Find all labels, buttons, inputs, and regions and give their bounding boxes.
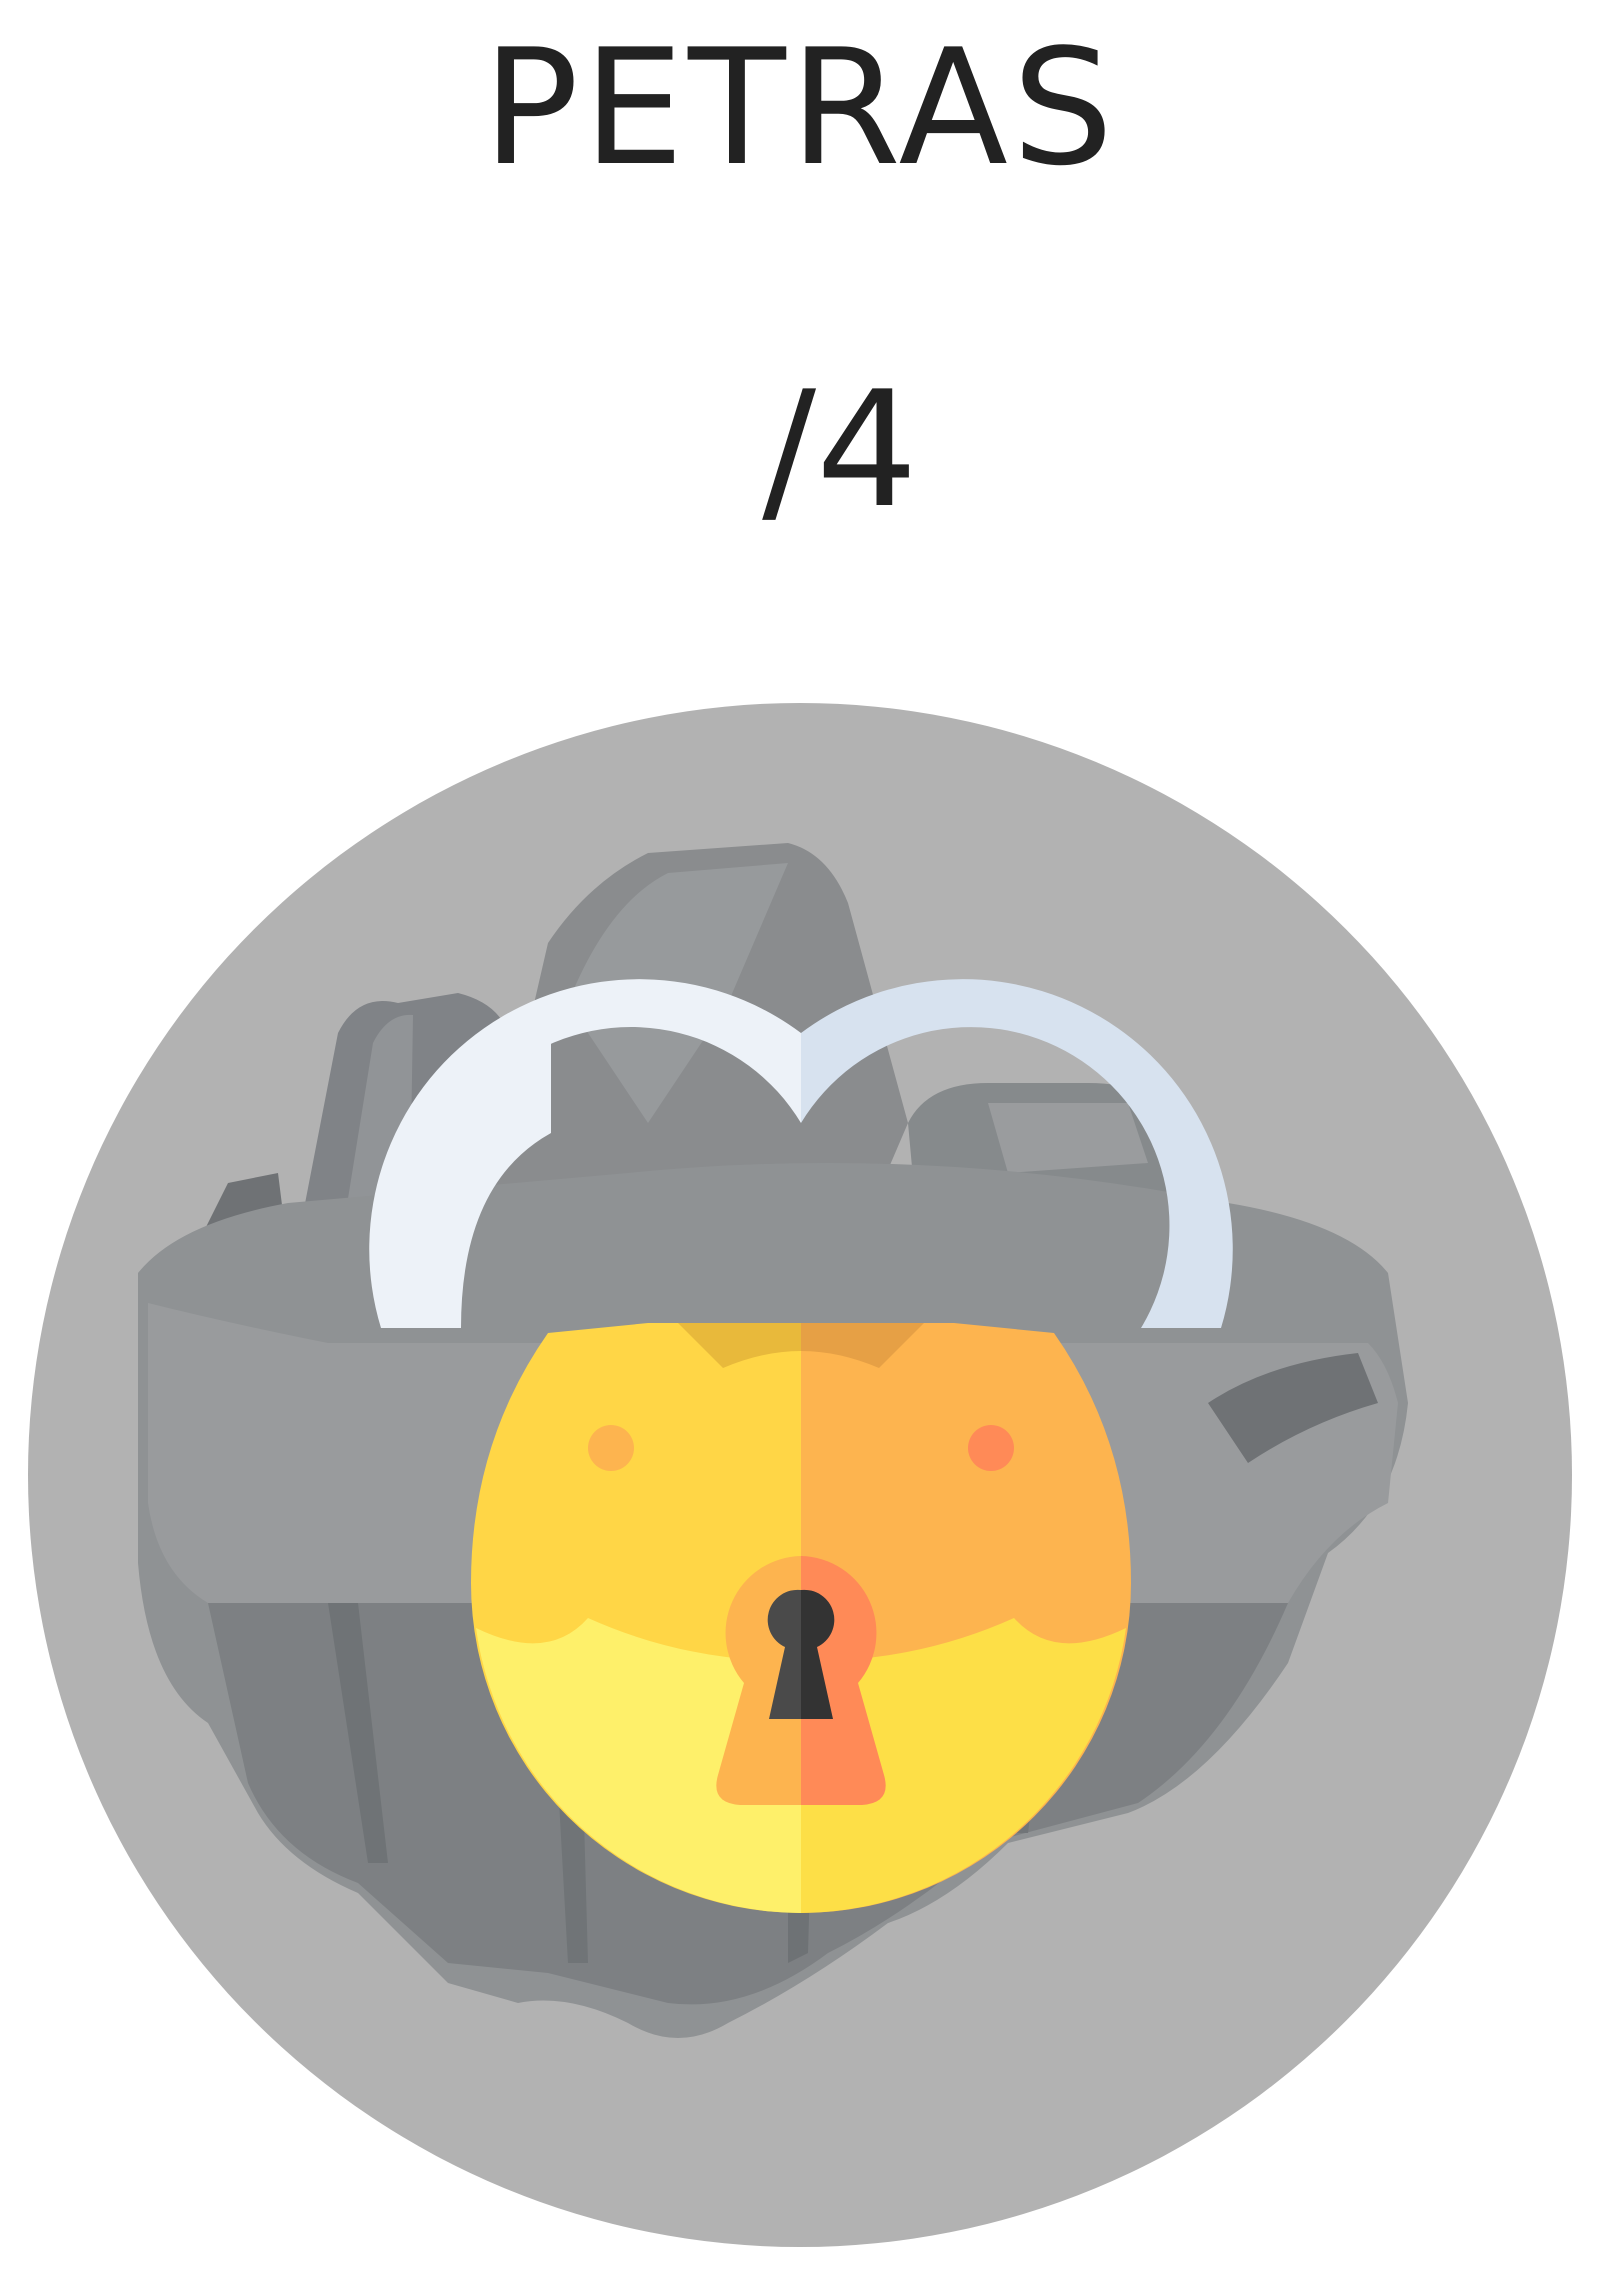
total-count: /4: [762, 356, 918, 543]
page-title: PETRAS: [482, 14, 1118, 201]
level-progress-counter: /4: [0, 360, 1600, 540]
level-illustration: [28, 703, 1572, 2247]
locked-level-button[interactable]: [28, 703, 1573, 2248]
